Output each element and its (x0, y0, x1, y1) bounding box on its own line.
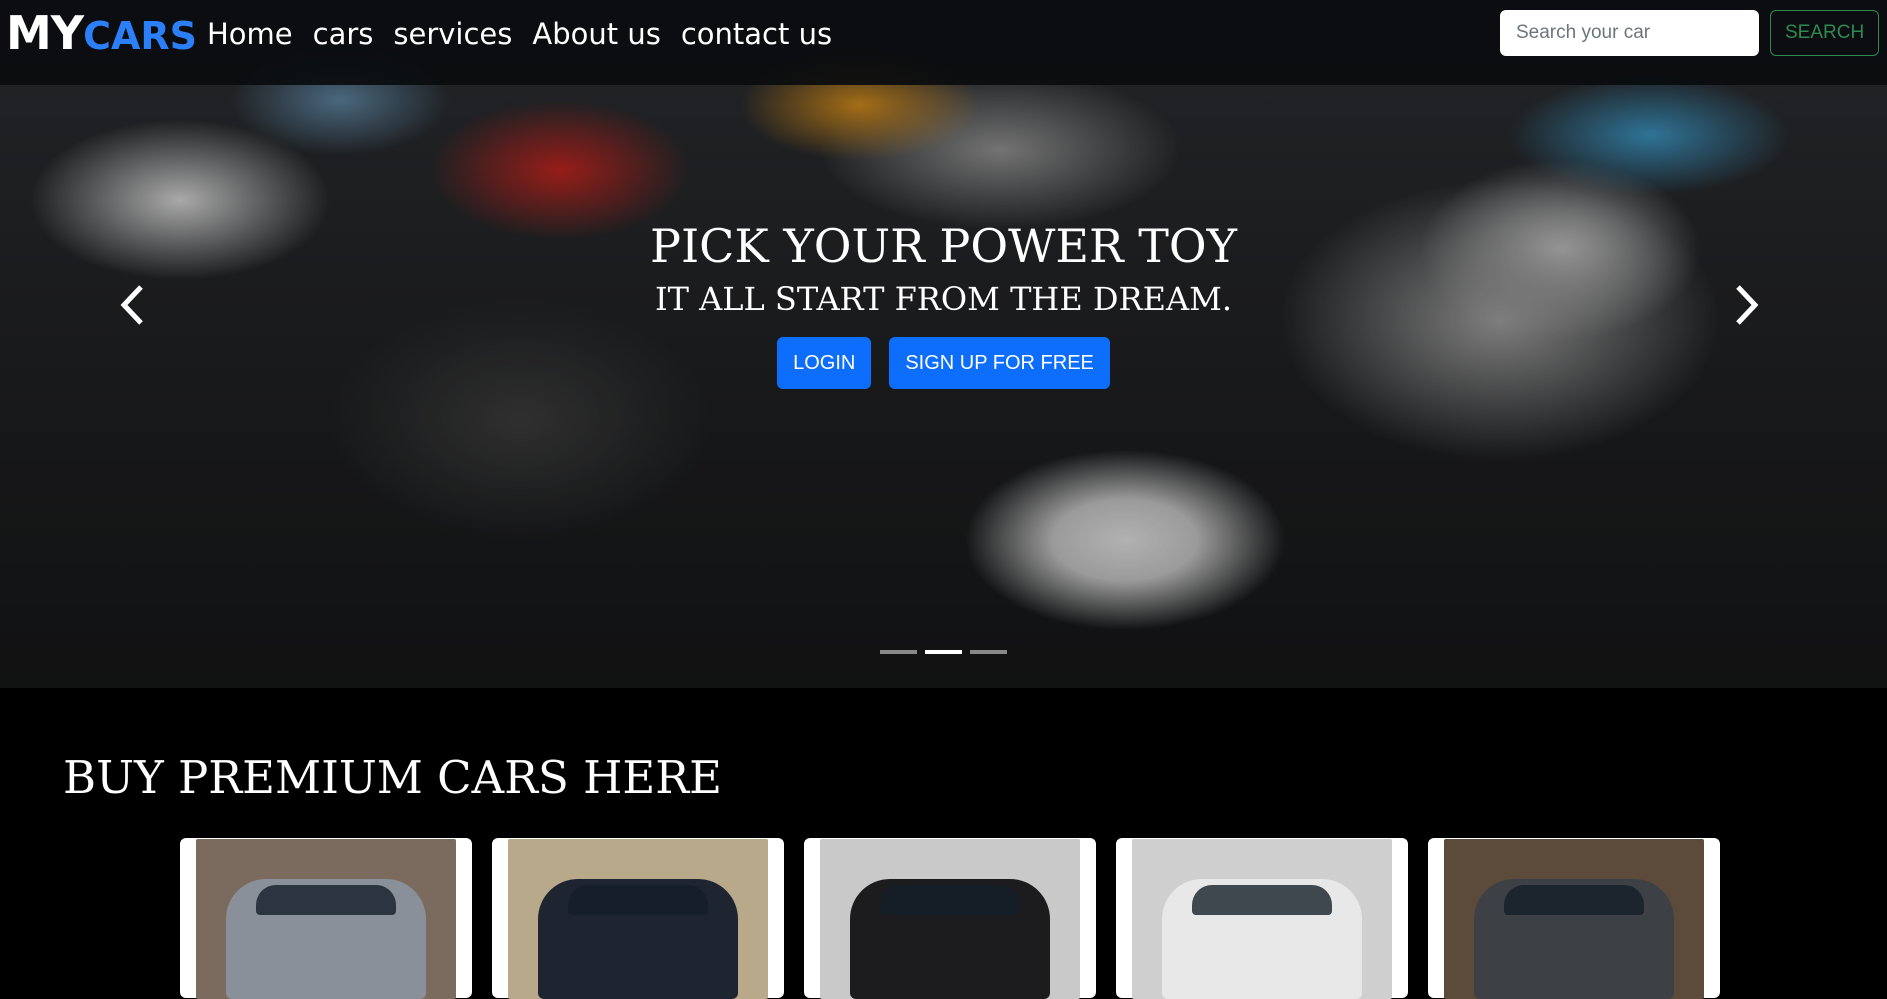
section-title: BUY PREMIUM CARS HERE (63, 751, 722, 804)
carousel-indicators (0, 650, 1887, 654)
carousel-indicator-3[interactable] (970, 650, 1007, 654)
car-card[interactable] (804, 838, 1096, 999)
nav-link-cars[interactable]: cars (313, 17, 374, 51)
nav-link-about[interactable]: About us (532, 17, 660, 51)
hero-buttons: LOGIN SIGN UP FOR FREE (0, 337, 1887, 389)
search-button[interactable]: SEARCH (1770, 10, 1880, 56)
nav-link-home[interactable]: Home (207, 17, 293, 51)
car-card[interactable] (1116, 838, 1408, 999)
car-image-bmw (820, 839, 1080, 999)
signup-button[interactable]: SIGN UP FOR FREE (889, 337, 1110, 389)
brand-logo[interactable]: MYCARS (6, 4, 197, 73)
car-image-bentley (1132, 839, 1392, 999)
car-image-range-rover (1444, 839, 1704, 999)
search-form: SEARCH (1500, 10, 1880, 56)
login-button[interactable]: LOGIN (777, 337, 872, 389)
car-card[interactable] (1428, 838, 1720, 999)
nav-links: Home cars services About us contact us (207, 14, 832, 54)
brand-my: MY (6, 6, 84, 60)
hero-caption: PICK YOUR POWER TOY IT ALL START FROM TH… (0, 215, 1887, 389)
nav-link-contact[interactable]: contact us (681, 17, 832, 51)
brand-cars: CARS (83, 14, 198, 58)
car-card[interactable] (492, 838, 784, 999)
hero-title: PICK YOUR POWER TOY (650, 219, 1237, 273)
carousel-indicator-2[interactable] (925, 650, 962, 654)
search-input[interactable] (1500, 10, 1759, 56)
car-image-audi (508, 839, 768, 999)
nav-link-services[interactable]: services (393, 17, 512, 51)
hero-subtitle: IT ALL START FROM THE DREAM. (654, 280, 1232, 318)
car-image-mustang (196, 839, 456, 999)
hero-carousel: PICK YOUR POWER TOY IT ALL START FROM TH… (0, 0, 1887, 688)
car-card[interactable] (180, 838, 472, 999)
navbar: MYCARS Home cars services About us conta… (0, 0, 1887, 85)
car-card-row (180, 838, 1720, 999)
carousel-indicator-1[interactable] (880, 650, 917, 654)
